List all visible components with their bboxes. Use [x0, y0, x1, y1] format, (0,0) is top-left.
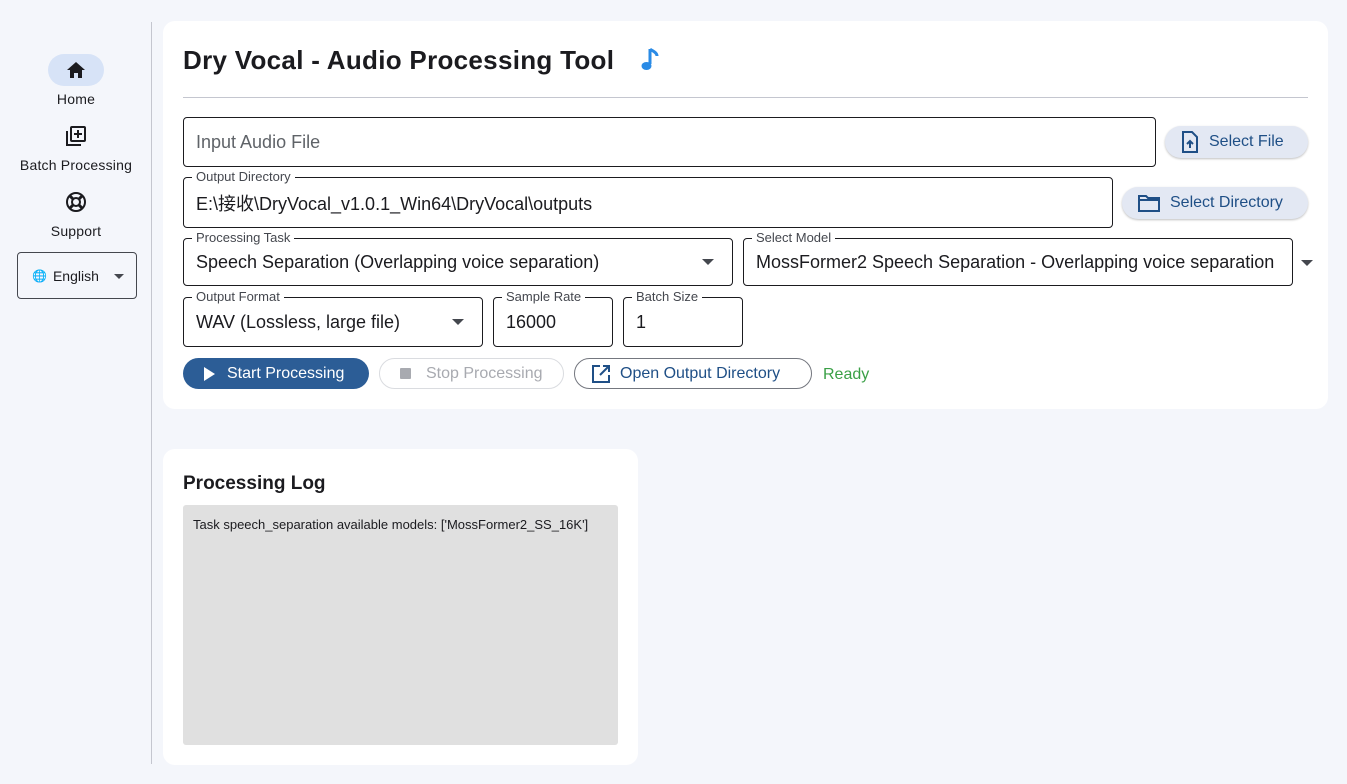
- select-directory-label: Select Directory: [1170, 194, 1283, 211]
- music-note-icon: [639, 47, 661, 73]
- status-text: Ready: [823, 366, 870, 383]
- sample-rate-field[interactable]: Sample Rate 16000: [493, 288, 613, 347]
- language-value: English: [52, 267, 99, 284]
- stop-processing-button[interactable]: Stop Processing: [379, 358, 564, 389]
- processing-log-card: Processing Log Task speech_separation av…: [163, 449, 638, 765]
- input-audio-placeholder: Input Audio File: [196, 131, 321, 152]
- play-icon: [204, 366, 215, 381]
- batch-size-field[interactable]: Batch Size 1: [623, 288, 743, 347]
- folder-icon: [1138, 195, 1160, 212]
- sample-rate-value: 16000: [506, 311, 557, 332]
- sidebar-divider: [151, 22, 152, 764]
- sidebar-item-label: Home: [56, 91, 96, 107]
- processing-card: Dry Vocal - Audio Processing Tool Input …: [163, 21, 1328, 409]
- lifebuoy-icon: [48, 186, 104, 218]
- sidebar-item-support[interactable]: Support: [0, 186, 152, 239]
- log-title: Processing Log: [183, 473, 326, 494]
- file-upload-icon: [1182, 131, 1198, 153]
- processing-task-select[interactable]: Processing Task Speech Separation (Overl…: [183, 229, 733, 286]
- stop-icon: [400, 368, 411, 379]
- page-title: Dry Vocal - Audio Processing Tool: [183, 45, 615, 75]
- sidebar: Home Batch Processing Support 🌐 English: [0, 0, 152, 784]
- home-icon: [48, 54, 104, 86]
- sidebar-item-label: Support: [50, 223, 102, 239]
- select-directory-button[interactable]: Select Directory: [1122, 187, 1308, 219]
- output-format-select[interactable]: Output Format WAV (Lossless, large file): [183, 288, 483, 347]
- start-processing-label: Start Processing: [227, 364, 345, 382]
- output-directory-field[interactable]: Output Directory E:\接收\DryVocal_v1.0.1_W…: [183, 168, 1113, 228]
- chevron-down-icon[interactable]: [1301, 260, 1313, 266]
- sidebar-item-label: Batch Processing: [19, 157, 133, 173]
- select-model-value: MossFormer2 Speech Separation - Overlapp…: [756, 251, 1275, 272]
- chevron-down-icon: [702, 259, 714, 265]
- language-select[interactable]: 🌐 English: [17, 252, 137, 299]
- output-format-value: WAV (Lossless, large file): [196, 311, 401, 332]
- open-in-new-icon: [592, 364, 610, 383]
- start-processing-button[interactable]: Start Processing: [183, 358, 369, 389]
- select-model-select[interactable]: Select Model MossFormer2 Speech Separati…: [743, 229, 1293, 286]
- library-add-icon: [48, 120, 104, 152]
- log-output[interactable]: Task speech_separation available models:…: [183, 505, 618, 745]
- sidebar-item-batch-processing[interactable]: Batch Processing: [0, 120, 152, 173]
- title-divider: [183, 97, 1308, 98]
- globe-icon: 🌐: [32, 268, 47, 283]
- input-audio-field[interactable]: Input Audio File: [183, 117, 1156, 167]
- batch-size-value: 1: [636, 311, 647, 332]
- chevron-down-icon: [452, 319, 464, 325]
- output-directory-value: E:\接收\DryVocal_v1.0.1_Win64\DryVocal\out…: [196, 193, 593, 214]
- sidebar-item-home[interactable]: Home: [0, 54, 152, 107]
- select-file-label: Select File: [1209, 133, 1284, 150]
- chevron-down-icon: [114, 274, 124, 279]
- open-output-directory-label: Open Output Directory: [620, 364, 781, 382]
- open-output-directory-button[interactable]: Open Output Directory: [574, 358, 812, 389]
- select-file-button[interactable]: Select File: [1165, 126, 1308, 158]
- stop-processing-label: Stop Processing: [426, 364, 543, 382]
- processing-task-value: Speech Separation (Overlapping voice sep…: [196, 251, 600, 272]
